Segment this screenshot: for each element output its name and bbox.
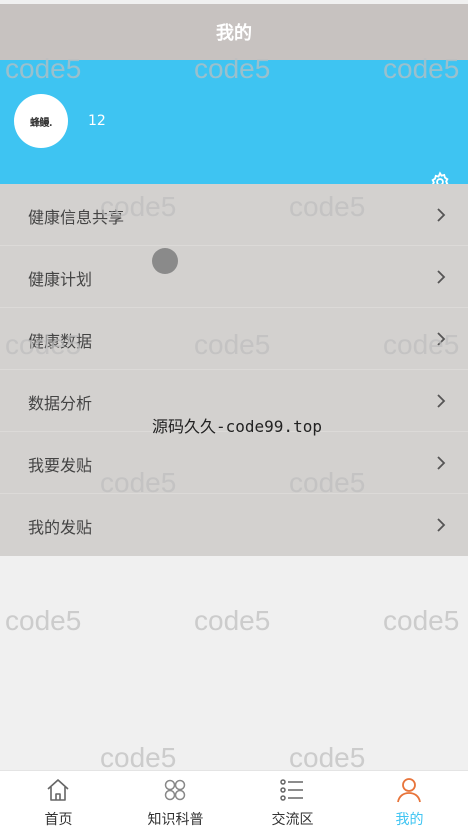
app-screen: 我的 蜂鳗. 12 健康信息共享 健康计划 健康数据 数据分析 我要发贴 我的发…	[0, 0, 468, 828]
chevron-right-icon	[433, 517, 449, 533]
watermark-text: code5	[383, 605, 460, 636]
center-watermark-text: 源码久久-code99.top	[152, 417, 322, 436]
menu-item-label: 我的发贴	[28, 518, 93, 537]
bottom-tab-bar: 首页 知识科普 交流区 我的	[0, 770, 468, 828]
watermark-text: code5	[5, 605, 82, 636]
tab-label: 交流区	[271, 812, 314, 828]
avatar[interactable]: 蜂鳗.	[14, 94, 68, 148]
list-icon	[278, 777, 306, 803]
page-edge	[468, 0, 472, 828]
menu-item-health-info-share[interactable]: 健康信息共享	[0, 184, 468, 246]
menu-item-label: 健康计划	[28, 270, 93, 289]
menu-item-health-data[interactable]: 健康数据	[0, 308, 468, 370]
username: 12	[88, 113, 106, 129]
chevron-right-icon	[433, 331, 449, 347]
home-icon	[44, 777, 72, 803]
menu-item-label: 健康信息共享	[28, 208, 125, 227]
tab-home[interactable]: 首页	[0, 771, 117, 828]
watermark-text: code5	[194, 605, 271, 636]
chevron-right-icon	[433, 393, 449, 409]
chevron-right-icon	[433, 269, 449, 285]
menu-item-label: 健康数据	[28, 332, 93, 351]
menu-item-create-post[interactable]: 我要发贴	[0, 432, 468, 494]
profile-card[interactable]: 蜂鳗. 12	[0, 60, 468, 193]
tab-mine[interactable]: 我的	[351, 771, 468, 828]
chevron-right-icon	[433, 207, 449, 223]
touch-indicator	[152, 248, 178, 274]
user-icon	[395, 777, 423, 803]
page-title: 我的	[216, 23, 252, 44]
menu-item-label: 我要发贴	[28, 456, 93, 475]
menu-item-my-posts[interactable]: 我的发贴	[0, 494, 468, 556]
tab-label: 首页	[44, 812, 73, 828]
menu-item-health-plan[interactable]: 健康计划	[0, 246, 468, 308]
tab-label: 我的	[395, 812, 424, 828]
grid-icon	[161, 777, 189, 803]
menu-item-label: 数据分析	[28, 394, 93, 413]
menu-list: 健康信息共享 健康计划 健康数据 数据分析 我要发贴 我的发贴	[0, 184, 468, 556]
chevron-right-icon	[433, 455, 449, 471]
tab-forum[interactable]: 交流区	[234, 771, 351, 828]
avatar-text: 蜂鳗.	[30, 117, 52, 129]
tab-knowledge[interactable]: 知识科普	[117, 771, 234, 828]
header-bar: 我的	[0, 4, 468, 60]
tab-label: 知识科普	[147, 812, 204, 828]
